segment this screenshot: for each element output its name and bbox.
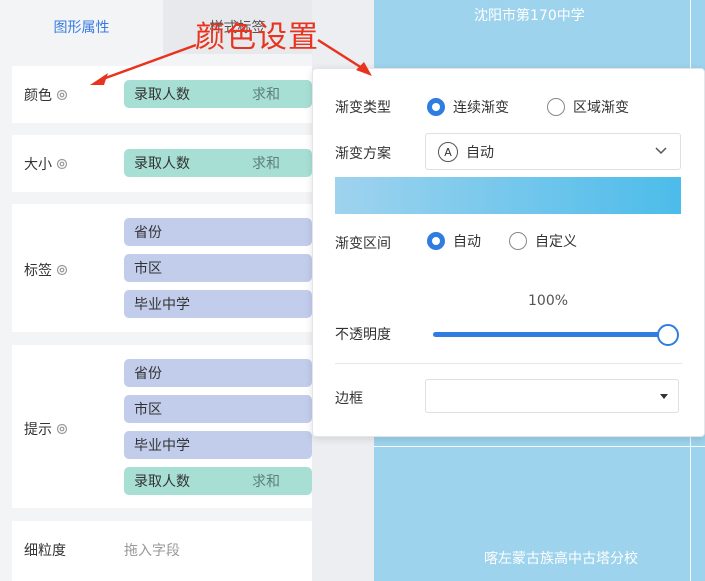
opacity-slider-track[interactable] xyxy=(433,332,670,337)
color-property-card: 颜色 录取人数 求和 xyxy=(12,66,312,123)
gradient-range-label: 渐变区间 xyxy=(335,236,391,252)
tag-field-pill[interactable]: 毕业中学 xyxy=(124,290,312,318)
tooltip-field-pill[interactable]: 市区 xyxy=(124,395,312,423)
gradient-scheme-select[interactable]: A 自动 xyxy=(425,133,681,170)
gradient-type-label: 渐变类型 xyxy=(335,100,391,116)
granularity-label: 细粒度 xyxy=(24,543,66,559)
tooltip-field-pill[interactable]: 省份 xyxy=(124,359,312,387)
radio-circle-checked xyxy=(427,232,445,250)
properties-panel: 图形属性 样式标签 颜色 录取人数 求和 大小 录取人数 求和 标签 省份 市区 xyxy=(0,0,312,581)
caret-down-icon xyxy=(660,394,668,399)
radio-area-gradient[interactable]: 区域渐变 xyxy=(547,97,629,117)
gear-icon[interactable] xyxy=(55,422,69,436)
gear-icon[interactable] xyxy=(55,263,69,277)
tag-label[interactable]: 标签 xyxy=(24,260,69,280)
radio-range-custom[interactable]: 自定义 xyxy=(509,231,577,251)
gear-icon[interactable] xyxy=(55,88,69,102)
annotation-text: 颜色设置 xyxy=(195,20,319,55)
tooltip-label-text: 提示 xyxy=(24,422,52,438)
radio-circle-checked xyxy=(427,98,445,116)
aggregation-label: 求和 xyxy=(252,156,280,172)
radio-label: 自定义 xyxy=(535,234,577,250)
radio-circle xyxy=(547,98,565,116)
tag-property-card: 标签 省份 市区 毕业中学 xyxy=(12,204,312,332)
tooltip-label[interactable]: 提示 xyxy=(24,419,69,439)
aggregation-label: 求和 xyxy=(252,474,280,490)
divider xyxy=(335,363,682,364)
border-label: 边框 xyxy=(335,391,363,407)
gear-icon[interactable] xyxy=(55,157,69,171)
granularity-drop-zone[interactable]: 拖入字段 xyxy=(124,540,180,560)
tag-label-text: 标签 xyxy=(24,263,52,279)
color-field-pill[interactable]: 录取人数 求和 xyxy=(124,80,312,108)
color-label[interactable]: 颜色 xyxy=(24,85,69,105)
size-label[interactable]: 大小 xyxy=(24,154,69,174)
chevron-down-icon xyxy=(655,147,667,155)
granularity-property-card: 细粒度 拖入字段 xyxy=(12,521,312,581)
tab-graphic-properties[interactable]: 图形属性 xyxy=(0,0,163,54)
cell-label: 沈阳市第170中学 xyxy=(474,8,585,24)
field-name: 录取人数 xyxy=(134,87,190,103)
gradient-scheme-label: 渐变方案 xyxy=(335,146,391,162)
tag-field-pill[interactable]: 市区 xyxy=(124,254,312,282)
tooltip-measure-pill[interactable]: 录取人数 求和 xyxy=(124,467,312,495)
radio-label: 区域渐变 xyxy=(573,100,629,116)
cell-label: 喀左蒙古族高中古塔分校 xyxy=(484,551,638,567)
size-label-text: 大小 xyxy=(24,157,52,173)
opacity-label: 不透明度 xyxy=(335,327,391,343)
gradient-preview-bar xyxy=(335,177,681,214)
cell-divider xyxy=(374,446,705,447)
color-label-text: 颜色 xyxy=(24,88,52,104)
border-select[interactable] xyxy=(425,379,679,413)
field-name: 录取人数 xyxy=(134,156,190,172)
color-settings-popup: 渐变类型 连续渐变 区域渐变 渐变方案 A 自动 渐变区间 自动 自定义 100… xyxy=(312,68,705,437)
radio-continuous-gradient[interactable]: 连续渐变 xyxy=(427,97,509,117)
field-name: 录取人数 xyxy=(134,474,190,490)
size-property-card: 大小 录取人数 求和 xyxy=(12,135,312,192)
opacity-slider-handle[interactable] xyxy=(657,324,679,346)
radio-label: 自动 xyxy=(453,234,481,250)
select-value: 自动 xyxy=(466,144,494,161)
tooltip-field-pill[interactable]: 毕业中学 xyxy=(124,431,312,459)
aggregation-label: 求和 xyxy=(252,87,280,103)
radio-label: 连续渐变 xyxy=(453,100,509,116)
tag-field-pill[interactable]: 省份 xyxy=(124,218,312,246)
size-field-pill[interactable]: 录取人数 求和 xyxy=(124,149,312,177)
opacity-value: 100% xyxy=(528,293,569,309)
radio-range-auto[interactable]: 自动 xyxy=(427,231,481,251)
radio-circle xyxy=(509,232,527,250)
auto-icon: A xyxy=(438,142,458,162)
tooltip-property-card: 提示 省份 市区 毕业中学 录取人数 求和 xyxy=(12,345,312,508)
